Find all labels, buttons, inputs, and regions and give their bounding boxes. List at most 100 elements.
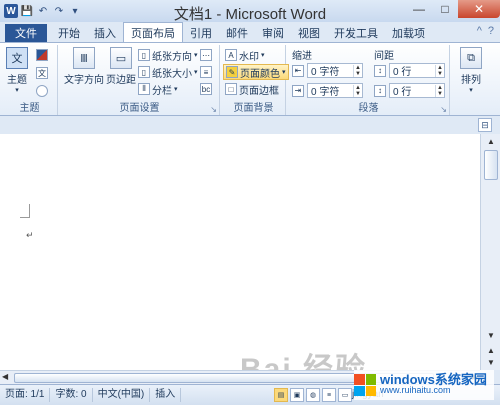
hyphenation-button[interactable]: bc bbox=[200, 81, 212, 97]
spacing-after-field[interactable]: 0 行 ▲ ▼ bbox=[389, 83, 445, 98]
tab-references[interactable]: 引用 bbox=[183, 24, 219, 42]
themes-button[interactable]: 文 主题 ▾ bbox=[6, 47, 28, 94]
theme-colors-icon bbox=[36, 49, 48, 61]
tabs-right-controls: ^ ? bbox=[477, 25, 494, 37]
page-color-icon: ✎ bbox=[226, 66, 238, 78]
line-numbers-button[interactable]: ≡ bbox=[200, 64, 212, 80]
theme-effects-button[interactable] bbox=[36, 83, 48, 99]
tab-mailings[interactable]: 邮件 bbox=[219, 24, 255, 42]
tab-review[interactable]: 审阅 bbox=[255, 24, 291, 42]
page-setup-launcher-icon[interactable]: ↘ bbox=[210, 105, 217, 114]
document-page[interactable]: ↵ Bai 经验 bbox=[0, 134, 480, 386]
print-layout-view-icon[interactable]: ▤ bbox=[274, 388, 288, 402]
status-page[interactable]: 页面: 1/1 bbox=[0, 388, 51, 402]
size-label: 纸张大小 bbox=[152, 68, 192, 80]
minimize-button[interactable]: — bbox=[406, 0, 432, 18]
close-button[interactable]: ✕ bbox=[458, 0, 500, 18]
indent-right-spinner[interactable]: ⇥ 0 字符 ▲ ▼ bbox=[292, 83, 363, 98]
web-layout-view-icon[interactable]: ◍ bbox=[306, 388, 320, 402]
vertical-scroll-thumb[interactable] bbox=[484, 150, 498, 180]
tab-insert[interactable]: 插入 bbox=[87, 24, 123, 42]
columns-dropdown-icon: ▾ bbox=[174, 86, 178, 93]
undo-icon[interactable]: ↶ bbox=[36, 4, 50, 18]
margins-label: 页边距 bbox=[106, 75, 136, 86]
spacing-label: 间距 bbox=[374, 51, 394, 62]
hyphenation-icon: bc bbox=[200, 83, 212, 95]
group-label-themes: 主题 bbox=[19, 103, 40, 114]
page-color-button[interactable]: ✎ 页面颜色 ▾ bbox=[223, 64, 289, 80]
help-icon[interactable]: ? bbox=[488, 25, 494, 37]
themes-dropdown-icon: ▾ bbox=[15, 87, 19, 94]
arrange-dropdown-icon: ▾ bbox=[469, 87, 473, 94]
text-direction-button[interactable]: Ⅲ 文字方向 bbox=[64, 47, 104, 86]
next-page-icon[interactable]: ▼ bbox=[483, 356, 499, 368]
maximize-button[interactable]: □ bbox=[432, 0, 458, 18]
minimize-ribbon-icon[interactable]: ^ bbox=[477, 25, 482, 37]
paragraph-mark: ↵ bbox=[26, 230, 34, 240]
spacing-before-field[interactable]: 0 行 ▲ ▼ bbox=[389, 63, 445, 78]
tab-developer[interactable]: 开发工具 bbox=[327, 24, 385, 42]
breaks-button[interactable]: ⋯ bbox=[200, 47, 212, 63]
tab-view[interactable]: 视图 bbox=[291, 24, 327, 42]
group-paragraph: 缩进 间距 ⇤ 0 字符 ▲▼ ⇥ 0 字符 ▲▼ ↕ 0 行 ▲▼ ↕ bbox=[288, 45, 450, 115]
spacing-after-spinner[interactable]: ↕ 0 行 ▲ ▼ bbox=[374, 83, 445, 98]
tab-file[interactable]: 文件 bbox=[5, 24, 47, 42]
margins-icon: ▭ bbox=[110, 47, 132, 69]
arrange-label: 排列 bbox=[461, 75, 481, 86]
arrange-icon: ⧉ bbox=[460, 47, 482, 69]
text-direction-icon: Ⅲ bbox=[73, 47, 95, 69]
indent-right-arrows-icon[interactable]: ▲ ▼ bbox=[353, 84, 362, 97]
indent-left-icon: ⇤ bbox=[292, 64, 304, 77]
indent-right-field[interactable]: 0 字符 ▲ ▼ bbox=[307, 83, 363, 98]
tab-home[interactable]: 开始 bbox=[51, 24, 87, 42]
full-screen-view-icon[interactable]: ▣ bbox=[290, 388, 304, 402]
previous-page-icon[interactable]: ▲ bbox=[483, 344, 499, 356]
theme-colors-button[interactable] bbox=[36, 47, 48, 63]
margins-button[interactable]: ▭ 页边距 bbox=[106, 47, 136, 86]
spacing-before-spinner[interactable]: ↕ 0 行 ▲ ▼ bbox=[374, 63, 445, 78]
scroll-up-icon[interactable]: ▲ bbox=[483, 134, 499, 148]
save-icon[interactable]: 💾 bbox=[20, 4, 34, 18]
arrange-button[interactable]: ⧉ 排列 ▾ bbox=[460, 47, 482, 94]
ruler-toggle-icon[interactable]: ⊟ bbox=[478, 118, 492, 132]
indent-left-field[interactable]: 0 字符 ▲ ▼ bbox=[307, 63, 363, 78]
vertical-scrollbar[interactable]: ▲ ▼ ▲ ▼ bbox=[480, 134, 500, 370]
spacing-after-arrows-icon[interactable]: ▲ ▼ bbox=[435, 84, 444, 97]
columns-label: 分栏 bbox=[152, 85, 172, 97]
customize-qat-icon[interactable]: ▾ bbox=[68, 4, 82, 18]
site-logo-text: windows系统家园 www.ruihaitu.com bbox=[380, 372, 487, 396]
group-themes: 文 主题 ▾ 文 主题 bbox=[2, 45, 58, 115]
watermark-label: 水印 bbox=[239, 51, 259, 63]
columns-button[interactable]: ⫴ 分栏 ▾ bbox=[138, 81, 178, 97]
orientation-button[interactable]: ▯ 纸张方向 ▾ bbox=[138, 47, 198, 63]
status-language[interactable]: 中文(中国) bbox=[93, 388, 151, 402]
tab-addins[interactable]: 加载项 bbox=[385, 24, 432, 42]
title-bar: W 💾 ↶ ↷ ▾ 文档1 - Microsoft Word — □ ✕ bbox=[0, 0, 500, 23]
paragraph-launcher-icon[interactable]: ↘ bbox=[440, 105, 447, 114]
size-button[interactable]: ▯ 纸张大小 ▾ bbox=[138, 64, 198, 80]
theme-effects-icon bbox=[36, 85, 48, 97]
scroll-left-icon[interactable]: ◀ bbox=[2, 372, 8, 381]
orientation-dropdown-icon: ▾ bbox=[194, 52, 198, 59]
site-logo-main: windows系统家园 bbox=[380, 372, 487, 387]
theme-fonts-button[interactable]: 文 bbox=[36, 65, 48, 81]
indent-left-arrows-icon[interactable]: ▲ ▼ bbox=[353, 64, 362, 77]
spacing-before-arrows-icon[interactable]: ▲ ▼ bbox=[435, 64, 444, 77]
scroll-down-icon[interactable]: ▼ bbox=[483, 328, 499, 342]
status-insert-mode[interactable]: 插入 bbox=[150, 388, 182, 402]
group-arrange: ⧉ 排列 ▾ bbox=[452, 45, 496, 115]
indent-right-value: 0 字符 bbox=[311, 87, 340, 98]
page-borders-label: 页面边框 bbox=[239, 85, 279, 97]
spacing-after-icon: ↕ bbox=[374, 84, 386, 97]
draft-view-icon[interactable]: ▭ bbox=[338, 388, 352, 402]
tab-page-layout[interactable]: 页面布局 bbox=[123, 22, 183, 42]
indent-left-spinner[interactable]: ⇤ 0 字符 ▲ ▼ bbox=[292, 63, 363, 78]
outline-view-icon[interactable]: ≡ bbox=[322, 388, 336, 402]
page-borders-button[interactable]: □ 页面边框 bbox=[225, 81, 279, 97]
status-words[interactable]: 字数: 0 bbox=[50, 388, 93, 402]
redo-icon[interactable]: ↷ bbox=[52, 4, 66, 18]
text-direction-label: 文字方向 bbox=[64, 75, 104, 86]
site-logo: windows系统家园 www.ruihaitu.com bbox=[354, 370, 494, 400]
watermark-button[interactable]: A 水印 ▾ bbox=[225, 47, 265, 63]
word-logo-icon[interactable]: W bbox=[4, 4, 18, 18]
